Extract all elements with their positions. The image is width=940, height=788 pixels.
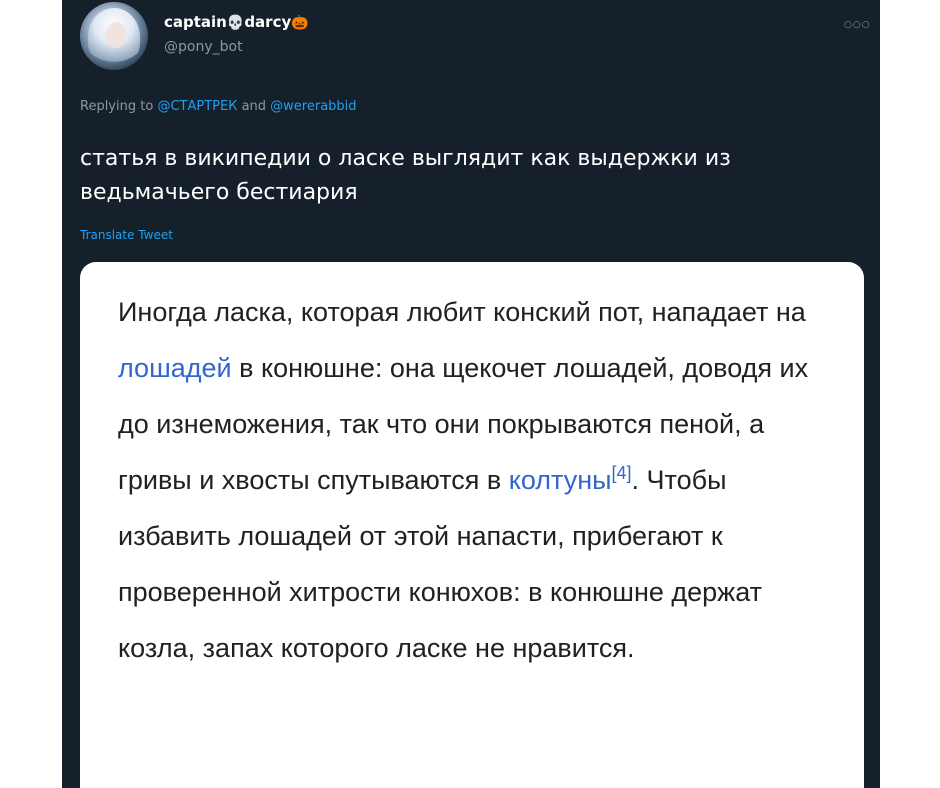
horses-link[interactable]: лошадей: [118, 353, 232, 383]
user-handle[interactable]: @pony_bot: [164, 39, 243, 55]
excerpt-text-1: Иногда ласка, которая любит конский пот,…: [118, 297, 806, 327]
translate-tweet-link[interactable]: Translate Tweet: [80, 228, 173, 242]
mention-link-1[interactable]: @СТАРТРЕК: [157, 99, 237, 114]
more-options-icon[interactable]: ○○○: [844, 20, 871, 30]
reference-link[interactable]: [4]: [612, 463, 632, 483]
mention-link-2[interactable]: @wererabbid: [270, 99, 356, 114]
replying-to-prefix: Replying to: [80, 99, 154, 114]
display-name[interactable]: captain💀darcy🎃: [164, 13, 309, 31]
quoted-image-card[interactable]: Иногда ласка, которая любит конский пот,…: [80, 262, 864, 788]
skull-icon: 💀: [226, 15, 245, 31]
avatar[interactable]: [80, 2, 148, 70]
display-name-part-1: captain: [164, 13, 227, 31]
pumpkin-icon: 🎃: [291, 15, 309, 31]
wikipedia-excerpt: Иногда ласка, которая любит конский пот,…: [118, 284, 838, 676]
display-name-part-2: darcy: [244, 13, 292, 31]
replying-to-and: and: [241, 99, 267, 114]
replying-to: Replying to @СТАРТРЕК and @wererabbid: [80, 99, 357, 114]
tweet-text: статья в википедии о ласке выглядит как …: [80, 146, 731, 205]
tweet-card: captain💀darcy🎃 @pony_bot ○○○ Replying to…: [62, 0, 880, 788]
koltuny-link[interactable]: колтуны: [509, 465, 612, 495]
avatar-face: [106, 22, 126, 48]
